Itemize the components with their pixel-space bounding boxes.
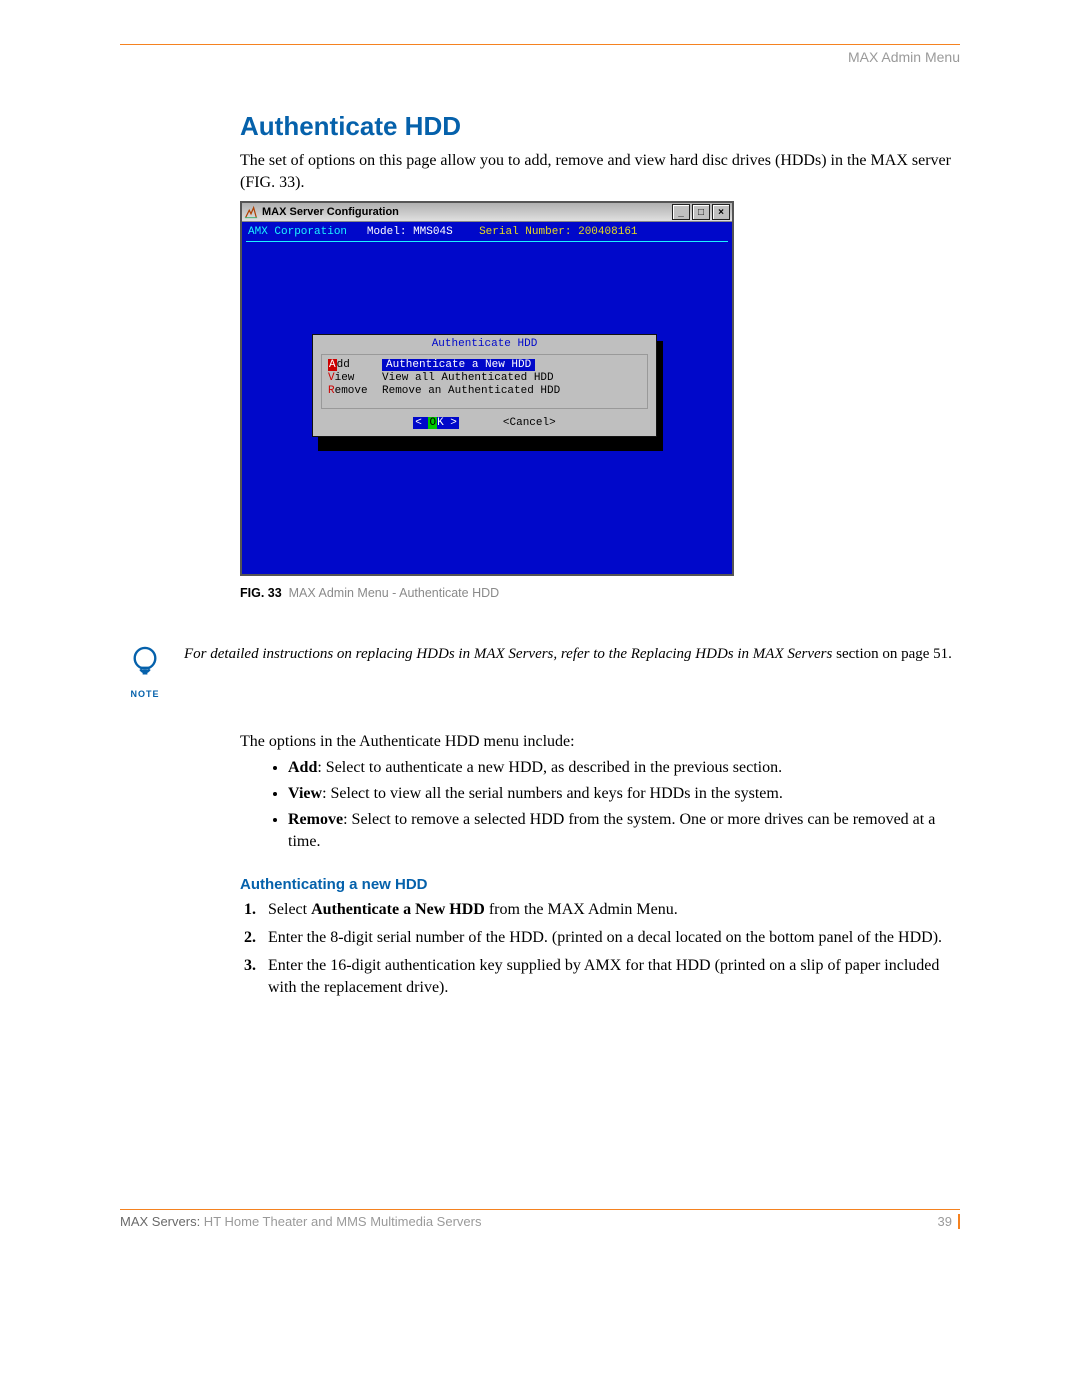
note-icon: NOTE [120, 644, 170, 699]
dialog-item-remove[interactable]: Remove Remove an Authenticated HDD [328, 385, 641, 398]
header-rule [120, 44, 960, 45]
intro-paragraph: The set of options on this page allow yo… [240, 150, 960, 193]
page-footer: MAX Servers: HT Home Theater and MMS Mul… [120, 1209, 960, 1229]
minimize-button[interactable]: _ [672, 204, 690, 220]
options-list: Add: Select to authenticate a new HDD, a… [288, 757, 960, 853]
page-number: 39 [938, 1214, 960, 1229]
page-title: Authenticate HDD [240, 111, 960, 142]
dialog-title: Authenticate HDD [313, 338, 656, 351]
dialog-options: Add Authenticate a New HDD View View all… [321, 354, 648, 409]
maximize-button[interactable]: □ [692, 204, 710, 220]
dialog-item-add[interactable]: Add Authenticate a New HDD [328, 359, 641, 372]
close-button[interactable]: × [712, 204, 730, 220]
terminal-serial-label: Serial Number: [479, 226, 571, 238]
dialog-item-view[interactable]: View View all Authenticated HDD [328, 372, 641, 385]
dialog-cancel-button[interactable]: <Cancel> [503, 417, 556, 430]
list-item: Select Authenticate a New HDD from the M… [260, 899, 960, 921]
window-title: MAX Server Configuration [262, 206, 399, 218]
terminal-area: AMX Corporation Model: MMS04S Serial Num… [242, 222, 732, 574]
options-intro: The options in the Authenticate HDD menu… [240, 733, 960, 751]
screenshot-window: MAX Server Configuration _ □ × AMX Corpo… [240, 201, 734, 576]
section-header: MAX Admin Menu [120, 49, 960, 65]
footer-title: MAX Servers: HT Home Theater and MMS Mul… [120, 1214, 481, 1229]
item-hotkey: V [328, 372, 335, 384]
subsection-title: Authenticating a new HDD [240, 876, 960, 893]
list-item: Enter the 16-digit authentication key su… [260, 955, 960, 999]
app-icon [244, 205, 258, 219]
list-item: Add: Select to authenticate a new HDD, a… [288, 757, 960, 779]
item-hotkey: A [328, 359, 337, 371]
terminal-model-label: Model: [367, 226, 407, 238]
item-desc: Authenticate a New HDD [382, 359, 535, 371]
note-label: NOTE [120, 689, 170, 699]
terminal-divider [246, 241, 728, 242]
window-titlebar: MAX Server Configuration _ □ × [242, 203, 732, 222]
terminal-company: AMX Corporation [248, 226, 347, 238]
steps-list: Select Authenticate a New HDD from the M… [260, 899, 960, 999]
list-item: Enter the 8-digit serial number of the H… [260, 927, 960, 949]
figure-caption: FIG. 33 MAX Admin Menu - Authenticate HD… [240, 586, 960, 600]
item-desc: Remove an Authenticated HDD [382, 385, 641, 398]
terminal-serial-value: 200408161 [578, 226, 637, 238]
dialog-panel: Authenticate HDD Add Authenticate a New … [312, 334, 657, 437]
terminal-header: AMX Corporation Model: MMS04S Serial Num… [242, 222, 732, 239]
item-desc: View all Authenticated HDD [382, 372, 641, 385]
note-text: For detailed instructions on replacing H… [184, 644, 952, 699]
item-hotkey: R [328, 385, 335, 397]
terminal-model-value: MMS04S [413, 226, 453, 238]
list-item: Remove: Select to remove a selected HDD … [288, 809, 960, 853]
dialog-ok-button[interactable]: < OK > [413, 417, 459, 430]
list-item: View: Select to view all the serial numb… [288, 783, 960, 805]
